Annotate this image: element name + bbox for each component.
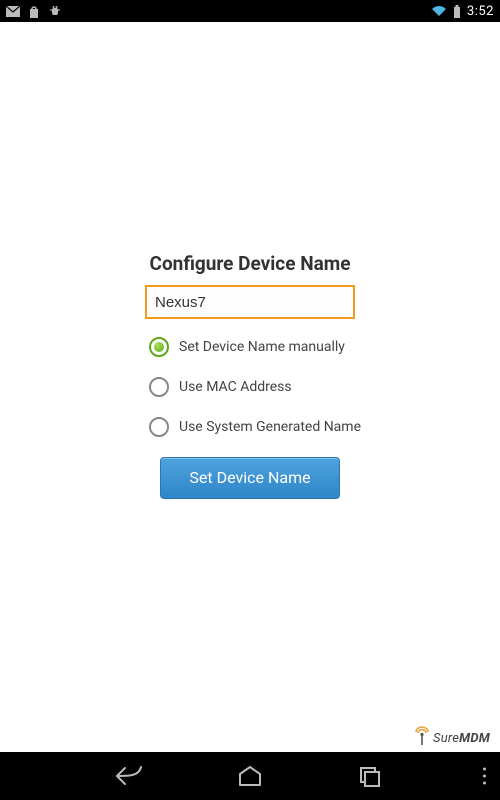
status-time: 3:52 — [467, 4, 494, 19]
overflow-menu-button[interactable] — [483, 768, 486, 785]
status-left-icons — [6, 5, 62, 18]
back-button[interactable] — [110, 756, 150, 796]
radio-option-mac[interactable]: Use MAC Address — [149, 377, 365, 397]
navigation-bar — [0, 752, 500, 800]
configure-form: Configure Device Name Set Device Name ma… — [135, 252, 365, 499]
radio-option-manual[interactable]: Set Device Name manually — [149, 337, 365, 357]
android-debug-icon — [48, 5, 62, 18]
device-name-input[interactable] — [145, 285, 355, 319]
recent-apps-button[interactable] — [350, 756, 390, 796]
status-bar: 3:52 — [0, 0, 500, 22]
app-content: Configure Device Name Set Device Name ma… — [0, 22, 500, 752]
set-device-name-button[interactable]: Set Device Name — [160, 457, 340, 499]
home-button[interactable] — [230, 756, 270, 796]
radio-label: Set Device Name manually — [179, 339, 345, 355]
status-right-icons: 3:52 — [431, 4, 494, 19]
battery-icon — [453, 5, 461, 18]
radio-button-icon — [149, 377, 169, 397]
antenna-icon — [413, 726, 431, 746]
radio-button-icon — [149, 337, 169, 357]
radio-option-system[interactable]: Use System Generated Name — [149, 417, 365, 437]
radio-label: Use MAC Address — [179, 379, 292, 395]
radio-label: Use System Generated Name — [179, 419, 361, 435]
radio-button-icon — [149, 417, 169, 437]
brand-text: SureMDM — [433, 731, 490, 746]
brand-logo: SureMDM — [413, 726, 490, 746]
page-title: Configure Device Name — [135, 252, 365, 275]
wifi-icon — [431, 5, 447, 17]
shopping-bag-icon — [28, 5, 40, 18]
mail-icon — [6, 6, 20, 17]
